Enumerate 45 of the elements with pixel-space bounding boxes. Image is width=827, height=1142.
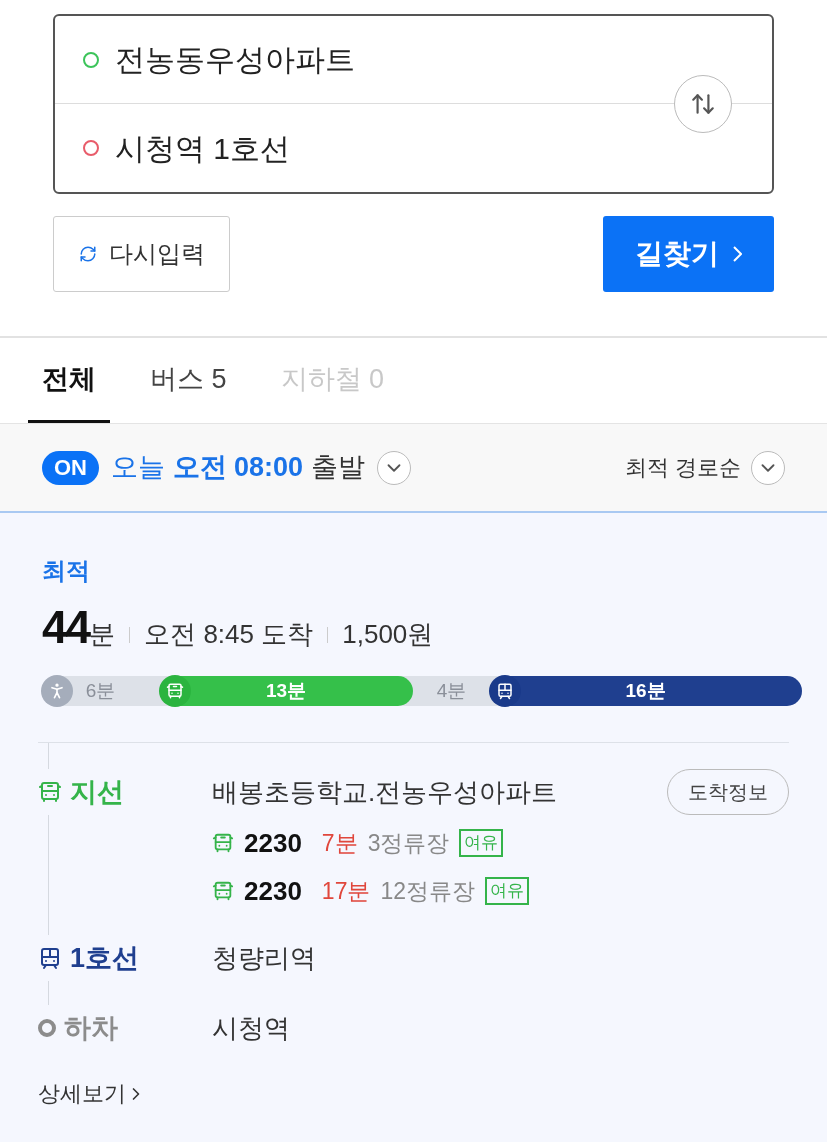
- bus-icon: [38, 780, 62, 804]
- departure-time: 오늘 오전 08:00: [111, 451, 304, 485]
- on-toggle[interactable]: ON: [42, 450, 99, 485]
- departure-label: 출발: [311, 451, 366, 485]
- step-label: 지선: [70, 775, 124, 809]
- details-link[interactable]: 상세보기: [38, 1077, 146, 1110]
- swap-icon: [690, 91, 716, 117]
- segment-time: 4분: [435, 678, 468, 703]
- route-card[interactable]: 최적 44분 오전 8:45 도착 1,500원 6분 13분 4분 16분 지선 배봉초등학교.전농우성아파트 도착정보 2230 7분 3정류장 여유 2230 17분 12정류장 여유 1호선 청량리역 하차 시청역 상세보기: [0, 513, 827, 1142]
- bus-number: 2230: [244, 826, 302, 860]
- sort-dropdown[interactable]: [751, 450, 785, 485]
- time-dropdown[interactable]: [377, 450, 412, 485]
- stop-name: 청량리역: [212, 941, 316, 975]
- refresh-icon: [78, 245, 97, 263]
- segment-time: 16분: [624, 678, 667, 703]
- duration-unit: 분: [89, 619, 116, 651]
- sort-label: 최적 경로순: [624, 454, 741, 482]
- stops-away: 3정류장: [367, 828, 450, 858]
- search-button[interactable]: 길찾기: [603, 216, 774, 292]
- reset-button[interactable]: 다시입력: [53, 216, 230, 292]
- crowd-badge: 여유: [459, 829, 504, 857]
- destination-field[interactable]: 시청역 1호선: [55, 104, 772, 192]
- bus-icon: [159, 675, 191, 707]
- tab[interactable]: 버스 5: [136, 338, 241, 423]
- arrival-wait: 7분: [321, 828, 358, 858]
- bus-icon: [212, 880, 234, 902]
- best-tag: 최적: [42, 553, 90, 589]
- train-icon: [38, 946, 62, 970]
- step-label: 1호선: [70, 941, 140, 975]
- segment-time: 6분: [84, 678, 117, 703]
- stop-name: 시청역: [212, 1011, 290, 1045]
- arrival-wait: 17분: [321, 876, 371, 906]
- segment-time: 13분: [264, 678, 308, 703]
- bus-number: 2230: [244, 874, 302, 908]
- train-icon: [489, 675, 521, 707]
- arrival-time: 오전 8:45 도착: [144, 618, 314, 651]
- fare: 1,500원: [342, 618, 434, 651]
- step-label: 하차: [64, 1011, 118, 1045]
- crowd-badge: 여유: [485, 877, 530, 905]
- bus-icon: [212, 832, 234, 854]
- stop-name: 배봉초등학교.전농우성아파트: [212, 775, 558, 809]
- duration-value: 44: [42, 600, 90, 655]
- chevron-right-icon: [733, 246, 742, 262]
- walking-icon: [41, 675, 73, 707]
- stops-away: 12정류장: [380, 876, 476, 906]
